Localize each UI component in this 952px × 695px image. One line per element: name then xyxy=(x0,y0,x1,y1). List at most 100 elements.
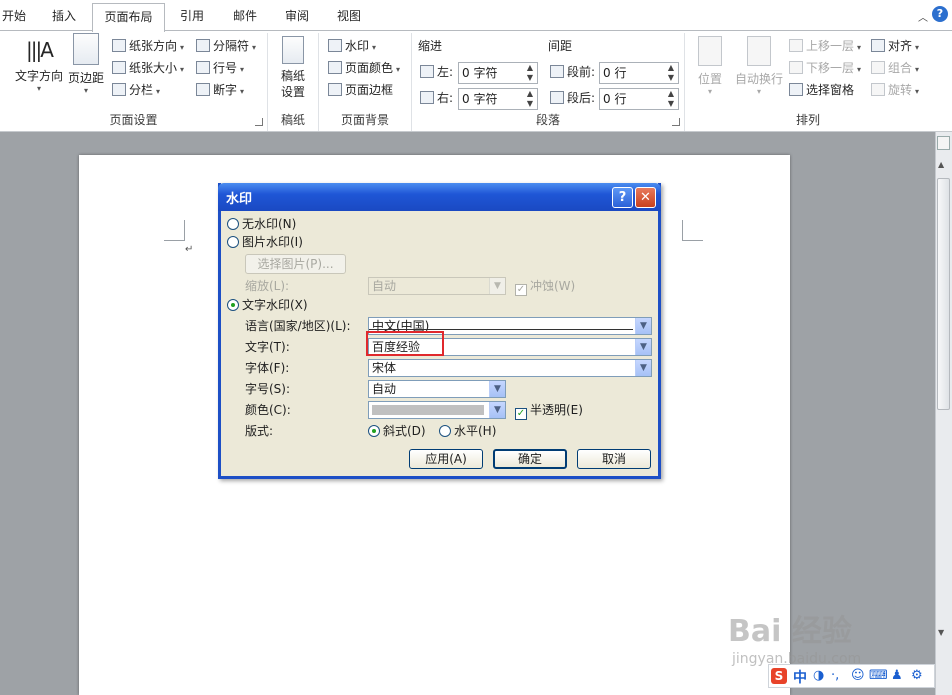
spinner-arrows-icon[interactable]: ▲ ▼ xyxy=(527,89,533,109)
help-icon[interactable]: ? xyxy=(932,6,948,22)
text-direction-label: 文字方向 xyxy=(14,69,63,83)
indent-left-spinner[interactable]: 0 字符 ▲ ▼ xyxy=(458,62,538,84)
settings-icon[interactable]: ⚙ xyxy=(911,668,923,683)
spacing-before-spinner[interactable]: 0 行 ▲ ▼ xyxy=(599,62,679,84)
page-borders-button[interactable]: 页面边框 xyxy=(328,80,393,100)
emoji-icon[interactable]: ☺ xyxy=(851,668,865,683)
paragraph-mark-icon: ↵ xyxy=(185,244,194,255)
font-label: 字体(F): xyxy=(245,361,290,375)
selection-pane-button[interactable]: 选择窗格 xyxy=(789,80,854,100)
tab-mailings[interactable]: 邮件 xyxy=(225,6,265,26)
spacing-before-label: 段前: xyxy=(550,62,595,82)
breaks-button[interactable]: 分隔符 ▾ xyxy=(196,36,256,56)
color-swatch xyxy=(372,405,484,415)
keyboard-icon[interactable]: ⌨ xyxy=(869,668,888,683)
font-select[interactable]: 宋体 ▼ xyxy=(368,359,652,377)
rotate-button[interactable]: 旋转 ▾ xyxy=(871,80,919,100)
scroll-up-icon[interactable]: ▲ xyxy=(938,160,944,169)
scroll-down-icon[interactable]: ▼ xyxy=(938,628,944,637)
sogou-ime-icon[interactable]: S xyxy=(771,668,787,684)
tab-insert[interactable]: 插入 xyxy=(44,6,84,26)
help-question-icon[interactable]: ? xyxy=(612,187,633,208)
page-color-button[interactable]: 页面颜色 ▾ xyxy=(328,58,400,78)
page-setup-launcher-icon[interactable] xyxy=(255,118,263,126)
columns-button[interactable]: 分栏 ▾ xyxy=(112,80,160,100)
draft-setup-label: 稿纸设置 xyxy=(280,69,305,99)
ok-button[interactable]: 确定 xyxy=(493,449,567,469)
ime-language[interactable]: 中 xyxy=(793,667,807,687)
washout-checkbox[interactable]: ✓ 冲蚀(W) xyxy=(515,278,575,296)
chevron-down-icon[interactable]: ▼ xyxy=(635,339,651,355)
paper-size-icon xyxy=(112,61,126,74)
wrap-text-icon xyxy=(747,36,771,66)
group-objects-button[interactable]: 组合 ▾ xyxy=(871,58,919,78)
punctuation-icon[interactable]: ·, xyxy=(831,668,839,683)
wrap-text-button[interactable]: 自动换行 ▾ xyxy=(733,36,785,96)
selection-pane-icon xyxy=(789,83,803,96)
chevron-down-icon[interactable]: ▼ xyxy=(635,318,651,334)
scrollbar-thumb[interactable] xyxy=(937,178,950,410)
text-watermark-radio[interactable]: 文字水印(X) xyxy=(227,297,308,313)
chevron-down-icon[interactable]: ▼ xyxy=(489,278,505,294)
indent-left-icon xyxy=(420,65,434,78)
semitransparent-checkbox[interactable]: ✓ 半透明(E) xyxy=(515,402,583,420)
ime-toolbar[interactable]: S 中 ◑ ·, ☺ ⌨ ♟ ⚙ xyxy=(768,664,935,688)
margins-button[interactable]: 页边距 ▾ xyxy=(66,33,106,95)
close-icon[interactable]: ✕ xyxy=(635,187,656,208)
chevron-down-icon[interactable]: ▼ xyxy=(635,360,651,376)
tab-references[interactable]: 引用 xyxy=(172,6,212,26)
spinner-arrows-icon[interactable]: ▲ ▼ xyxy=(527,63,533,83)
orientation-button[interactable]: 纸张方向 ▾ xyxy=(112,36,184,56)
margins-label: 页边距 xyxy=(67,71,104,85)
paragraph-launcher-icon[interactable] xyxy=(672,118,680,126)
text-direction-button[interactable]: |||A 文字方向 ▾ xyxy=(14,33,64,93)
spacing-after-spinner[interactable]: 0 行 ▲ ▼ xyxy=(599,88,679,110)
layout-label: 版式: xyxy=(245,424,274,438)
bring-forward-button[interactable]: 上移一层 ▾ xyxy=(789,36,861,56)
spinner-arrows-icon[interactable]: ▲ ▼ xyxy=(668,63,674,83)
apply-button[interactable]: 应用(A) xyxy=(409,449,483,469)
color-select[interactable]: ▼ xyxy=(368,401,506,419)
dialog-title-bar[interactable]: 水印 ? ✕ xyxy=(218,183,661,211)
position-button[interactable]: 位置 ▾ xyxy=(693,36,727,96)
diagonal-radio[interactable]: 斜式(D) xyxy=(368,423,426,439)
picture-watermark-radio[interactable]: 图片水印(I) xyxy=(227,234,303,250)
indent-right-spinner[interactable]: 0 字符 ▲ ▼ xyxy=(458,88,538,110)
margin-corner-marker xyxy=(164,220,185,241)
tab-home[interactable]: 开始 xyxy=(0,6,28,26)
language-label: 语言(国家/地区)(L): xyxy=(245,319,351,333)
cancel-button[interactable]: 取消 xyxy=(577,449,651,469)
horizontal-radio[interactable]: 水平(H) xyxy=(439,423,496,439)
half-width-icon[interactable]: ◑ xyxy=(813,668,824,683)
indent-right-icon xyxy=(420,91,434,104)
user-icon[interactable]: ♟ xyxy=(891,668,903,683)
tab-view[interactable]: 视图 xyxy=(329,6,369,26)
page-borders-icon xyxy=(328,83,342,96)
align-button[interactable]: 对齐 ▾ xyxy=(871,36,919,56)
group-arrange: 位置 ▾ 自动换行 ▾ 上移一层 ▾ 下移一层 ▾ 选择窗格 对齐 ▾ 组合 ▾ 旋转 ▾… xyxy=(685,33,931,131)
no-watermark-radio[interactable]: 无水印(N) xyxy=(227,216,296,232)
spinner-arrows-icon[interactable]: ▲ ▼ xyxy=(668,89,674,109)
line-numbers-button[interactable]: 行号 ▾ xyxy=(196,58,244,78)
ruler-toggle-icon[interactable] xyxy=(937,136,950,150)
tab-page-layout[interactable]: 页面布局 xyxy=(92,3,165,32)
group-draft: 稿纸设置 稿纸 xyxy=(268,33,319,131)
position-icon xyxy=(698,36,722,66)
ribbon-tab-bar: 开始 插入 页面布局 引用 邮件 审阅 视图 ︿ ? xyxy=(0,0,952,32)
watermark-button[interactable]: 水印 ▾ xyxy=(328,36,376,56)
size-select[interactable]: 自动 ▼ xyxy=(368,380,506,398)
send-backward-icon xyxy=(789,61,803,74)
minimize-ribbon-icon[interactable]: ︿ xyxy=(918,9,928,24)
scale-select[interactable]: 自动 ▼ xyxy=(368,277,506,295)
hyphenation-button[interactable]: 断字 ▾ xyxy=(196,80,244,100)
underline-decoration xyxy=(369,329,633,330)
select-picture-button[interactable]: 选择图片(P)... xyxy=(245,254,346,274)
chevron-down-icon[interactable]: ▼ xyxy=(489,381,505,397)
draft-setup-button[interactable]: 稿纸设置 xyxy=(273,36,313,100)
tab-review[interactable]: 审阅 xyxy=(277,6,317,26)
chevron-down-icon[interactable]: ▼ xyxy=(489,402,505,418)
send-backward-button[interactable]: 下移一层 ▾ xyxy=(789,58,861,78)
rotate-icon xyxy=(871,83,885,96)
size-button[interactable]: 纸张大小 ▾ xyxy=(112,58,184,78)
text-label: 文字(T): xyxy=(245,340,290,354)
